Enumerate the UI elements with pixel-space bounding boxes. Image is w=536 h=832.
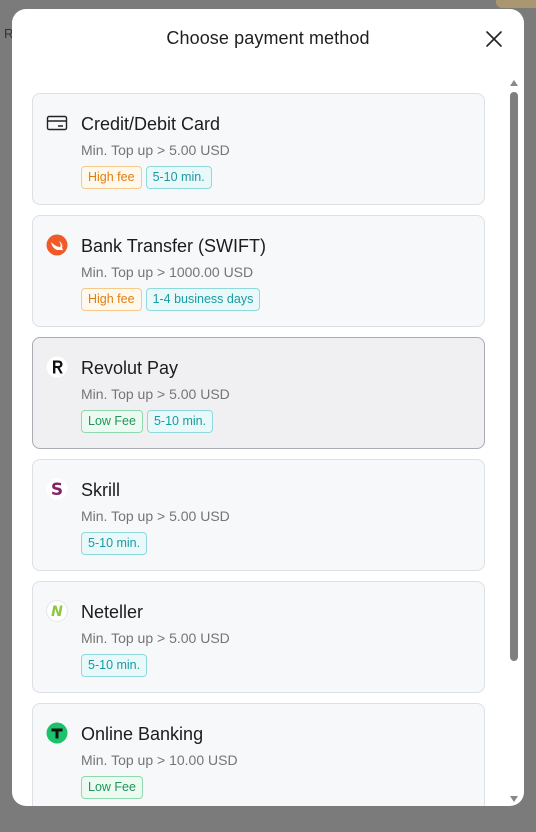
swift-icon [46, 234, 68, 256]
method-name: Neteller [81, 602, 144, 622]
payment-method-revolut-pay[interactable]: Revolut Pay Min. Top up > 5.00 USD Low F… [32, 337, 485, 449]
method-min-topup: Min. Top up > 5.00 USD [81, 142, 230, 158]
revolut-icon [46, 356, 68, 378]
close-button[interactable] [484, 29, 504, 49]
time-badge: 1-4 business days [145, 288, 261, 311]
modal-header: Choose payment method [12, 9, 524, 71]
background-corner-element [496, 0, 536, 8]
method-tags: 5-10 min. [81, 532, 148, 555]
close-icon [486, 31, 502, 47]
method-name: Online Banking [81, 724, 204, 744]
method-name: Credit/Debit Card [81, 114, 221, 134]
method-name: Bank Transfer (SWIFT) [81, 236, 267, 256]
method-tags: Low Fee [81, 776, 143, 799]
time-badge: 5-10 min. [145, 166, 212, 189]
payment-method-modal: Choose payment method Credit/Debit Card … [12, 9, 524, 806]
method-min-topup: Min. Top up > 5.00 USD [81, 508, 230, 524]
method-name: Revolut Pay [81, 358, 179, 378]
payment-method-bank-transfer-swift[interactable]: Bank Transfer (SWIFT) Min. Top up > 1000… [32, 215, 485, 327]
method-tags: Low Fee 5-10 min. [81, 410, 214, 433]
method-min-topup: Min. Top up > 5.00 USD [81, 386, 230, 402]
modal-title: Choose payment method [166, 28, 370, 48]
method-min-topup: Min. Top up > 1000.00 USD [81, 264, 254, 280]
payment-methods-list: Credit/Debit Card Min. Top up > 5.00 USD… [32, 93, 485, 806]
payment-method-neteller[interactable]: N Neteller Min. Top up > 5.00 USD 5-10 m… [32, 581, 485, 693]
time-badge: 5-10 min. [81, 532, 148, 555]
method-min-topup: Min. Top up > 5.00 USD [81, 630, 230, 646]
fee-badge: Low Fee [81, 776, 143, 799]
scrollbar[interactable] [509, 75, 519, 806]
svg-text:S: S [51, 480, 63, 500]
skrill-icon: S [46, 478, 68, 500]
svg-text:N: N [51, 604, 63, 620]
method-name: Skrill [81, 480, 120, 500]
method-tags: High fee 1-4 business days [81, 288, 261, 311]
neteller-icon: N [46, 600, 68, 622]
fee-badge: Low Fee [81, 410, 143, 433]
method-min-topup: Min. Top up > 10.00 USD [81, 752, 238, 768]
time-badge: 5-10 min. [81, 654, 148, 677]
payment-method-credit-debit-card[interactable]: Credit/Debit Card Min. Top up > 5.00 USD… [32, 93, 485, 205]
payment-method-online-banking[interactable]: Online Banking Min. Top up > 10.00 USD L… [32, 703, 485, 806]
online-banking-icon [46, 722, 68, 744]
fee-badge: High fee [81, 288, 142, 311]
method-tags: High fee 5-10 min. [81, 166, 212, 189]
payment-method-skrill[interactable]: S Skrill Min. Top up > 5.00 USD 5-10 min… [32, 459, 485, 571]
scroll-up-arrow-icon[interactable] [509, 75, 519, 86]
fee-badge: High fee [81, 166, 142, 189]
scroll-down-arrow-icon[interactable] [509, 791, 519, 802]
credit-card-icon [46, 112, 68, 134]
method-tags: 5-10 min. [81, 654, 148, 677]
time-badge: 5-10 min. [146, 410, 214, 433]
scrollbar-thumb[interactable] [510, 92, 518, 661]
